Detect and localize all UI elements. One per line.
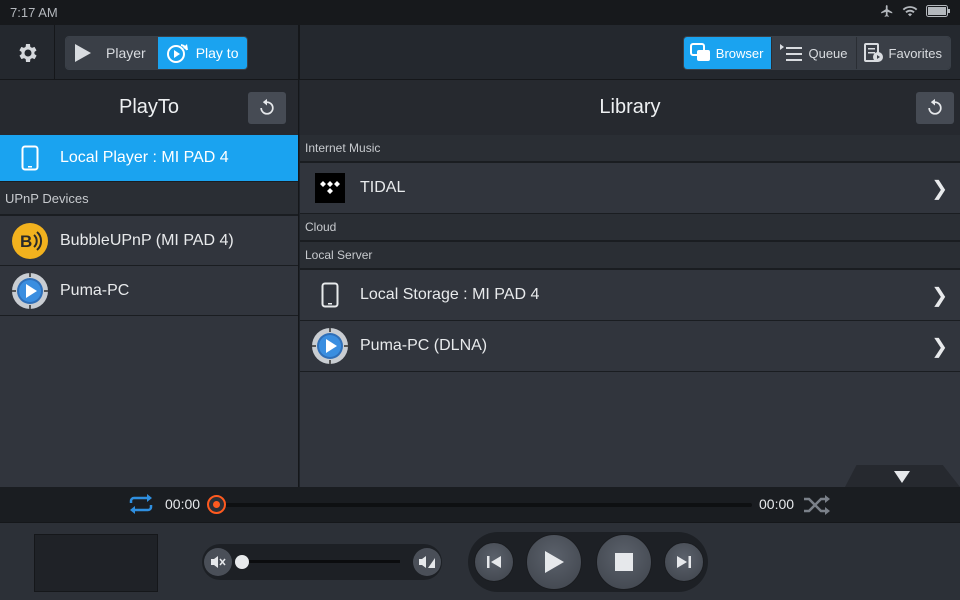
internet-music-section: Internet Music bbox=[300, 135, 960, 163]
tablet-icon bbox=[0, 135, 60, 181]
cloud-section: Cloud bbox=[300, 214, 960, 242]
next-button[interactable] bbox=[664, 542, 704, 582]
dlna-play-icon bbox=[300, 321, 360, 371]
volume-track[interactable] bbox=[244, 560, 400, 563]
playto-panel: PlayTo Local Player : MI PAD 4 UPnP Devi… bbox=[0, 80, 299, 487]
battery-icon bbox=[926, 5, 950, 17]
playto-header: PlayTo bbox=[0, 80, 298, 135]
chevron-right-icon: ❯ bbox=[931, 284, 948, 307]
play-icon bbox=[545, 551, 564, 573]
renderer-bubbleupnp[interactable]: B BubbleUPnP (MI PAD 4) bbox=[0, 216, 298, 266]
playto-tab-label: Play to bbox=[195, 45, 239, 61]
renderer-puma-pc[interactable]: Puma-PC bbox=[0, 266, 298, 316]
playto-icon bbox=[166, 44, 188, 63]
renderer-label: Local Player : MI PAD 4 bbox=[60, 149, 229, 166]
chevron-right-icon: ❯ bbox=[931, 335, 948, 358]
upnp-section-label: UPnP Devices bbox=[0, 182, 298, 216]
shuffle-button[interactable] bbox=[803, 495, 831, 520]
library-title: Library bbox=[599, 96, 661, 118]
seek-bar-area: 00:00 00:00 bbox=[0, 465, 960, 522]
triangle-down-icon bbox=[894, 471, 910, 483]
skip-next-icon bbox=[677, 556, 691, 568]
dlna-play-icon bbox=[0, 266, 60, 315]
renderer-local-player[interactable]: Local Player : MI PAD 4 bbox=[0, 135, 298, 182]
player-tab[interactable]: Player bbox=[66, 37, 158, 69]
playto-title: PlayTo bbox=[118, 96, 180, 118]
volume-max-button[interactable] bbox=[413, 548, 441, 576]
library-refresh-button[interactable] bbox=[916, 92, 954, 124]
mute-button[interactable] bbox=[204, 548, 232, 576]
previous-button[interactable] bbox=[474, 542, 514, 582]
favorites-tab-label: Favorites bbox=[888, 45, 942, 61]
top-toolbar: Player Play to Browser Queue Favorites bbox=[0, 25, 960, 80]
volume-thumb[interactable] bbox=[235, 555, 249, 569]
device-label: BubbleUPnP (MI PAD 4) bbox=[60, 231, 234, 249]
status-bar: 7:17 AM bbox=[0, 0, 960, 25]
browser-tab[interactable]: Browser bbox=[683, 37, 772, 69]
expand-button[interactable] bbox=[893, 470, 911, 489]
repeat-icon bbox=[129, 494, 153, 514]
library-panel: Library Internet Music TIDAL ❯ Cloud Loc… bbox=[300, 80, 960, 487]
shuffle-icon bbox=[804, 495, 830, 515]
library-item-label: Local Storage : MI PAD 4 bbox=[360, 286, 540, 303]
status-icons bbox=[880, 4, 950, 18]
volume-up-icon bbox=[419, 556, 435, 568]
queue-tab[interactable]: Queue bbox=[771, 37, 856, 69]
mode-toggle: Player Play to bbox=[65, 36, 248, 70]
library-item-tidal[interactable]: TIDAL ❯ bbox=[300, 163, 960, 214]
library-item-label: TIDAL bbox=[360, 179, 406, 196]
stop-button[interactable] bbox=[596, 534, 652, 590]
player-tab-label: Player bbox=[106, 45, 146, 61]
playto-refresh-button[interactable] bbox=[248, 92, 286, 124]
gear-icon bbox=[19, 43, 37, 62]
chevron-right-icon: ❯ bbox=[931, 177, 948, 200]
album-art[interactable] bbox=[34, 534, 158, 592]
tablet-icon bbox=[300, 270, 360, 320]
volume-mute-icon bbox=[211, 556, 226, 568]
status-time: 7:17 AM bbox=[10, 5, 58, 20]
refresh-icon bbox=[260, 98, 274, 115]
queue-icon bbox=[780, 44, 803, 61]
view-toggle: Browser Queue Favorites bbox=[682, 36, 951, 70]
favorites-tab[interactable]: Favorites bbox=[855, 37, 950, 69]
svg-text:B: B bbox=[20, 232, 32, 251]
elapsed-time: 00:00 bbox=[165, 496, 201, 512]
library-item-label: Puma-PC (DLNA) bbox=[360, 337, 488, 354]
browser-tab-label: Browser bbox=[715, 45, 764, 61]
seek-thumb[interactable] bbox=[207, 495, 226, 514]
bubbleupnp-icon: B bbox=[0, 216, 60, 265]
play-icon bbox=[75, 44, 91, 62]
library-item-local-storage[interactable]: Local Storage : MI PAD 4 ❯ bbox=[300, 270, 960, 321]
skip-previous-icon bbox=[487, 556, 501, 568]
playback-control-bar bbox=[0, 522, 960, 600]
playto-tab[interactable]: Play to bbox=[157, 37, 247, 69]
library-item-puma-pc-dlna[interactable]: Puma-PC (DLNA) ❯ bbox=[300, 321, 960, 372]
tidal-icon bbox=[300, 163, 360, 213]
play-button[interactable] bbox=[526, 534, 582, 590]
toolbar-divider bbox=[298, 25, 300, 80]
repeat-button[interactable] bbox=[127, 494, 155, 519]
favorites-icon bbox=[863, 43, 883, 62]
local-server-section: Local Server bbox=[300, 242, 960, 270]
library-header: Library bbox=[300, 80, 960, 135]
duration-time: 00:00 bbox=[759, 496, 795, 512]
browser-icon bbox=[689, 43, 710, 61]
wifi-icon bbox=[902, 6, 918, 17]
queue-tab-label: Queue bbox=[808, 45, 848, 61]
seek-track[interactable] bbox=[216, 503, 752, 507]
settings-button[interactable] bbox=[0, 25, 55, 80]
device-label: Puma-PC bbox=[60, 281, 130, 299]
refresh-icon bbox=[928, 98, 942, 115]
stop-icon bbox=[615, 553, 633, 571]
airplane-mode-icon bbox=[881, 5, 893, 17]
